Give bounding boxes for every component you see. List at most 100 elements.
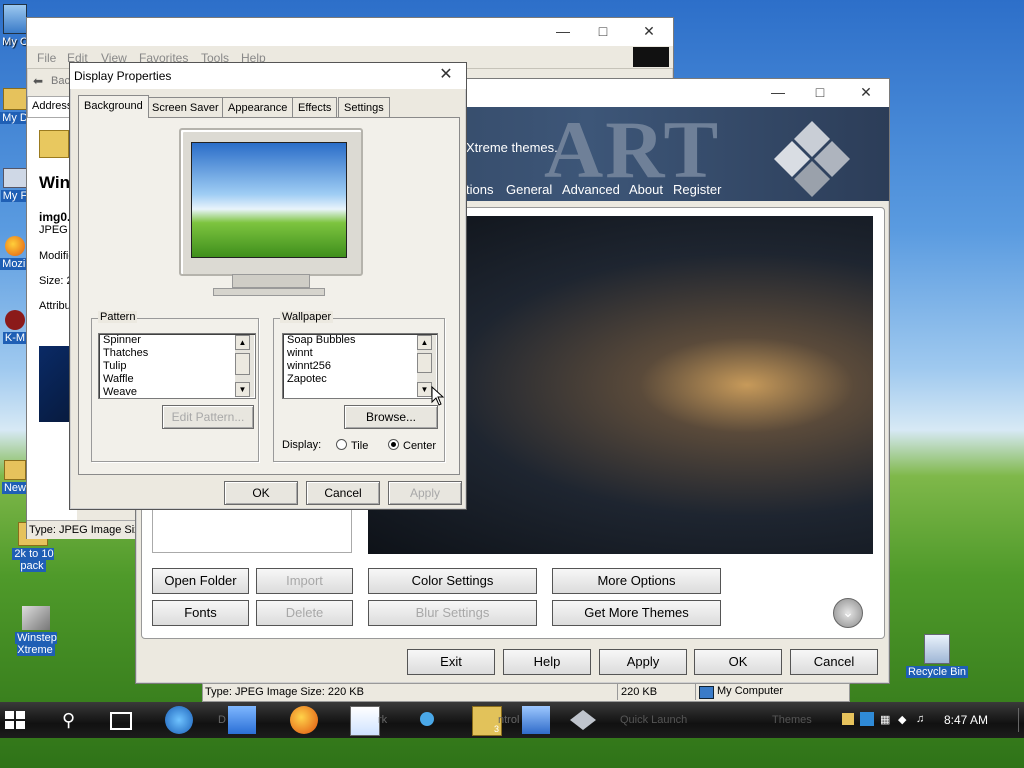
taskbar-item-desktop[interactable]: D — [218, 714, 226, 726]
documents-icon[interactable] — [522, 706, 550, 734]
scroll-up-icon[interactable]: ▲ — [235, 335, 250, 350]
recycle-bin-icon — [924, 634, 950, 664]
volume-icon[interactable]: ♫ — [916, 713, 924, 725]
scroll-down-icon[interactable]: ▼ — [417, 382, 432, 397]
more-options-button[interactable]: More Options — [552, 568, 721, 594]
menu-register[interactable]: Register — [673, 182, 721, 197]
scroll-down-icon[interactable]: ▼ — [235, 382, 250, 397]
tab-screen-saver[interactable]: Screen Saver — [146, 97, 225, 118]
tab-effects[interactable]: Effects — [292, 97, 338, 118]
task-view-icon[interactable] — [110, 712, 132, 730]
taskbar-item-work[interactable]: rk — [378, 714, 387, 726]
list-item[interactable]: winnt256 — [283, 360, 437, 373]
list-item[interactable]: Weave — [99, 386, 255, 399]
address-label: Address — [32, 100, 73, 112]
update-icon[interactable] — [228, 706, 256, 734]
close-icon[interactable]: ✕ — [436, 66, 456, 84]
menu-general[interactable]: General — [506, 182, 552, 197]
winstep-icon[interactable] — [568, 706, 598, 734]
close-icon[interactable]: ✕ — [639, 22, 659, 40]
list-item[interactable]: Spinner — [99, 334, 255, 347]
minimize-icon[interactable]: — — [768, 83, 788, 101]
desktop-icon-recycle-bin[interactable]: Recycle Bin — [904, 634, 970, 678]
display-properties-dialog[interactable]: Display Properties ✕ Background Screen S… — [69, 62, 467, 510]
menu-about[interactable]: About — [629, 182, 663, 197]
dialog-ok-button[interactable]: OK — [224, 481, 298, 505]
menu-advanced[interactable]: Advanced — [562, 182, 620, 197]
notepad-icon[interactable] — [350, 706, 380, 736]
firefox-icon[interactable] — [290, 706, 318, 734]
tray-icon[interactable]: ▦ — [880, 713, 890, 726]
search-icon[interactable]: ⚲ — [62, 710, 75, 731]
list-item[interactable]: Tulip — [99, 360, 255, 373]
delete-button[interactable]: Delete — [256, 600, 353, 626]
list-item[interactable]: winnt — [283, 347, 437, 360]
import-button[interactable]: Import — [256, 568, 353, 594]
background-tab-panel: Pattern Spinner Thatches Tulip Waffle We… — [78, 117, 460, 475]
color-settings-button[interactable]: Color Settings — [368, 568, 537, 594]
internet-explorer-icon[interactable] — [165, 706, 193, 734]
start-button[interactable] — [4, 710, 34, 732]
dialog-apply-button[interactable]: Apply — [388, 481, 462, 505]
edit-pattern-button[interactable]: Edit Pattern... — [162, 405, 254, 429]
taskbar-item-themes[interactable]: Themes — [772, 714, 812, 726]
chevron-down-icon[interactable]: ⌄ — [833, 598, 863, 628]
list-item[interactable]: Soap Bubbles — [283, 334, 437, 347]
scroll-thumb[interactable] — [235, 353, 250, 375]
ok-button[interactable]: OK — [694, 649, 782, 675]
minimize-icon[interactable]: — — [553, 22, 573, 40]
scroll-thumb[interactable] — [417, 353, 432, 373]
pattern-scrollbar[interactable]: ▲ ▼ — [235, 335, 254, 397]
exit-button[interactable]: Exit — [407, 649, 495, 675]
details-file-name: img0. — [39, 210, 71, 224]
maximize-icon[interactable]: □ — [810, 83, 830, 101]
clock[interactable]: 8:47 AM — [944, 713, 988, 727]
pattern-list[interactable]: Spinner Thatches Tulip Waffle Weave ▲ ▼ — [98, 333, 256, 399]
tile-label: Tile — [351, 440, 369, 452]
dialog-titlebar[interactable]: Display Properties ✕ — [70, 63, 466, 89]
close-icon[interactable]: ✕ — [856, 83, 876, 101]
cancel-button[interactable]: Cancel — [790, 649, 878, 675]
show-desktop-button[interactable] — [1018, 708, 1019, 732]
apply-button[interactable]: Apply — [599, 649, 687, 675]
menu-file[interactable]: File — [37, 51, 56, 65]
fonts-button[interactable]: Fonts — [152, 600, 249, 626]
xtreme-statusbar: Type: JPEG Image Size: 220 KB 220 KB My … — [202, 683, 850, 702]
globe-icon[interactable] — [420, 712, 434, 726]
tab-settings[interactable]: Settings — [338, 97, 390, 118]
maximize-icon[interactable]: □ — [593, 22, 613, 40]
back-label: Bac — [51, 75, 70, 87]
details-attributes: Attribu — [39, 300, 71, 312]
pattern-label: Pattern — [98, 311, 138, 323]
list-item[interactable]: Thatches — [99, 347, 255, 360]
tray-icon[interactable] — [842, 713, 854, 725]
theme-list-box[interactable] — [152, 508, 352, 553]
k-meleon-icon — [5, 310, 25, 330]
radio-icon — [336, 439, 347, 450]
list-item[interactable]: Waffle — [99, 373, 255, 386]
taskbar: ⚲ D rk 3 ntrol Quick Launch Themes ▦ ◆ ♫… — [0, 702, 1024, 738]
status-location: My Computer — [717, 685, 784, 697]
details-size: Size: 2 — [39, 275, 73, 287]
browse-button[interactable]: Browse... — [344, 405, 438, 429]
blur-settings-button[interactable]: Blur Settings — [368, 600, 537, 626]
desktop-icon-winstep-xtreme[interactable]: Winstep Xtreme — [6, 606, 66, 656]
open-folder-button[interactable]: Open Folder — [152, 568, 249, 594]
taskbar-item-quick-launch[interactable]: Quick Launch — [620, 714, 687, 726]
dialog-cancel-button[interactable]: Cancel — [306, 481, 380, 505]
scroll-up-icon[interactable]: ▲ — [417, 335, 432, 350]
network-icon[interactable]: ◆ — [898, 713, 906, 726]
tray-icon[interactable] — [860, 712, 874, 726]
get-more-themes-button[interactable]: Get More Themes — [552, 600, 721, 626]
wallpaper-list[interactable]: Soap Bubbles winnt winnt256 Zapotec ▲ ▼ — [282, 333, 438, 399]
wallpaper-preview-image — [191, 142, 347, 258]
tab-background[interactable]: Background — [78, 95, 149, 118]
taskbar-item-control[interactable]: ntrol — [498, 714, 519, 726]
list-item[interactable]: Zapotec — [283, 373, 437, 386]
center-radio[interactable]: Center — [388, 439, 436, 452]
tab-appearance[interactable]: Appearance — [222, 97, 294, 118]
help-button[interactable]: Help — [503, 649, 591, 675]
menu-options[interactable]: tions — [466, 182, 493, 197]
tile-radio[interactable]: Tile — [336, 439, 368, 452]
explorer-titlebar[interactable]: — □ ✕ — [27, 18, 673, 46]
